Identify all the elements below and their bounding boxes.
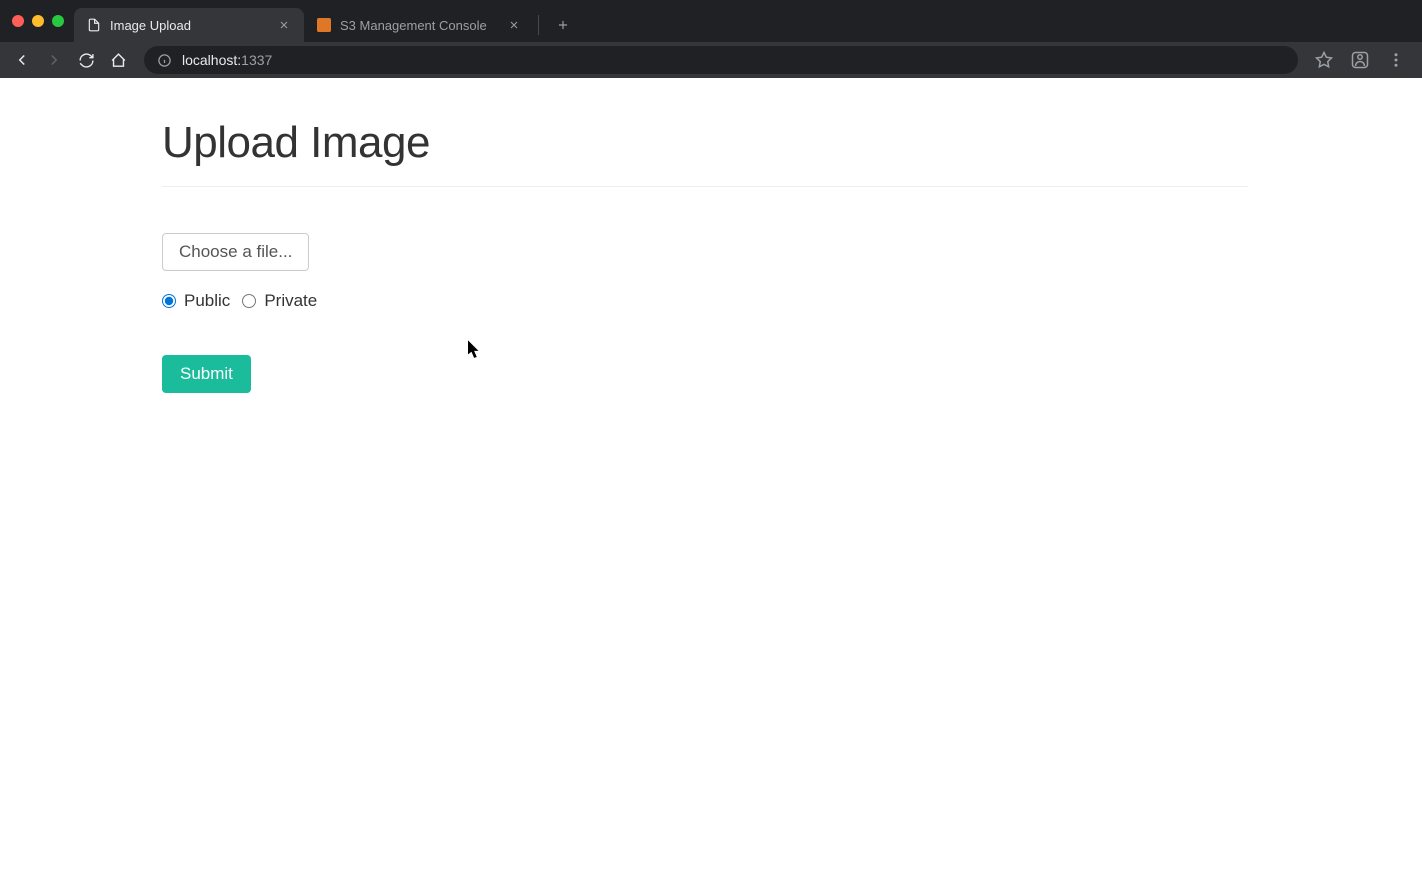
back-button[interactable] xyxy=(8,46,36,74)
submit-button[interactable]: Submit xyxy=(162,355,251,393)
tab-image-upload[interactable]: Image Upload xyxy=(74,8,304,42)
window-maximize-button[interactable] xyxy=(52,15,64,27)
visibility-radio-group: Public Private xyxy=(162,291,1248,311)
reload-button[interactable] xyxy=(72,46,100,74)
tab-s3-console[interactable]: S3 Management Console xyxy=(304,8,534,42)
bookmark-star-icon[interactable] xyxy=(1310,46,1338,74)
window-close-button[interactable] xyxy=(12,15,24,27)
tab-bar: Image Upload S3 Management Console xyxy=(0,0,1422,42)
radio-public-label[interactable]: Public xyxy=(184,291,230,311)
choose-file-button[interactable]: Choose a file... xyxy=(162,233,309,271)
window-controls xyxy=(8,15,74,27)
file-icon xyxy=(86,17,102,33)
radio-private-label[interactable]: Private xyxy=(264,291,317,311)
window-minimize-button[interactable] xyxy=(32,15,44,27)
new-tab-button[interactable] xyxy=(549,11,577,39)
profile-icon[interactable] xyxy=(1346,46,1374,74)
divider xyxy=(162,186,1248,187)
forward-button[interactable] xyxy=(40,46,68,74)
browser-chrome: Image Upload S3 Management Console xyxy=(0,0,1422,78)
page-title: Upload Image xyxy=(162,118,1248,168)
site-info-icon[interactable] xyxy=(156,52,172,68)
nav-bar: localhost:1337 xyxy=(0,42,1422,78)
radio-private[interactable] xyxy=(242,294,256,308)
page-content: Upload Image Choose a file... Public Pri… xyxy=(0,78,1422,393)
aws-s3-icon xyxy=(316,17,332,33)
tab-divider xyxy=(538,15,539,35)
url-port: 1337 xyxy=(241,52,272,68)
tab-title: Image Upload xyxy=(110,18,268,33)
close-icon[interactable] xyxy=(276,17,292,33)
radio-public[interactable] xyxy=(162,294,176,308)
url-text: localhost:1337 xyxy=(182,52,272,68)
address-bar[interactable]: localhost:1337 xyxy=(144,46,1298,74)
tab-title: S3 Management Console xyxy=(340,18,498,33)
menu-icon[interactable] xyxy=(1382,46,1410,74)
url-host: localhost: xyxy=(182,52,241,68)
nav-right-icons xyxy=(1310,46,1414,74)
home-button[interactable] xyxy=(104,46,132,74)
close-icon[interactable] xyxy=(506,17,522,33)
